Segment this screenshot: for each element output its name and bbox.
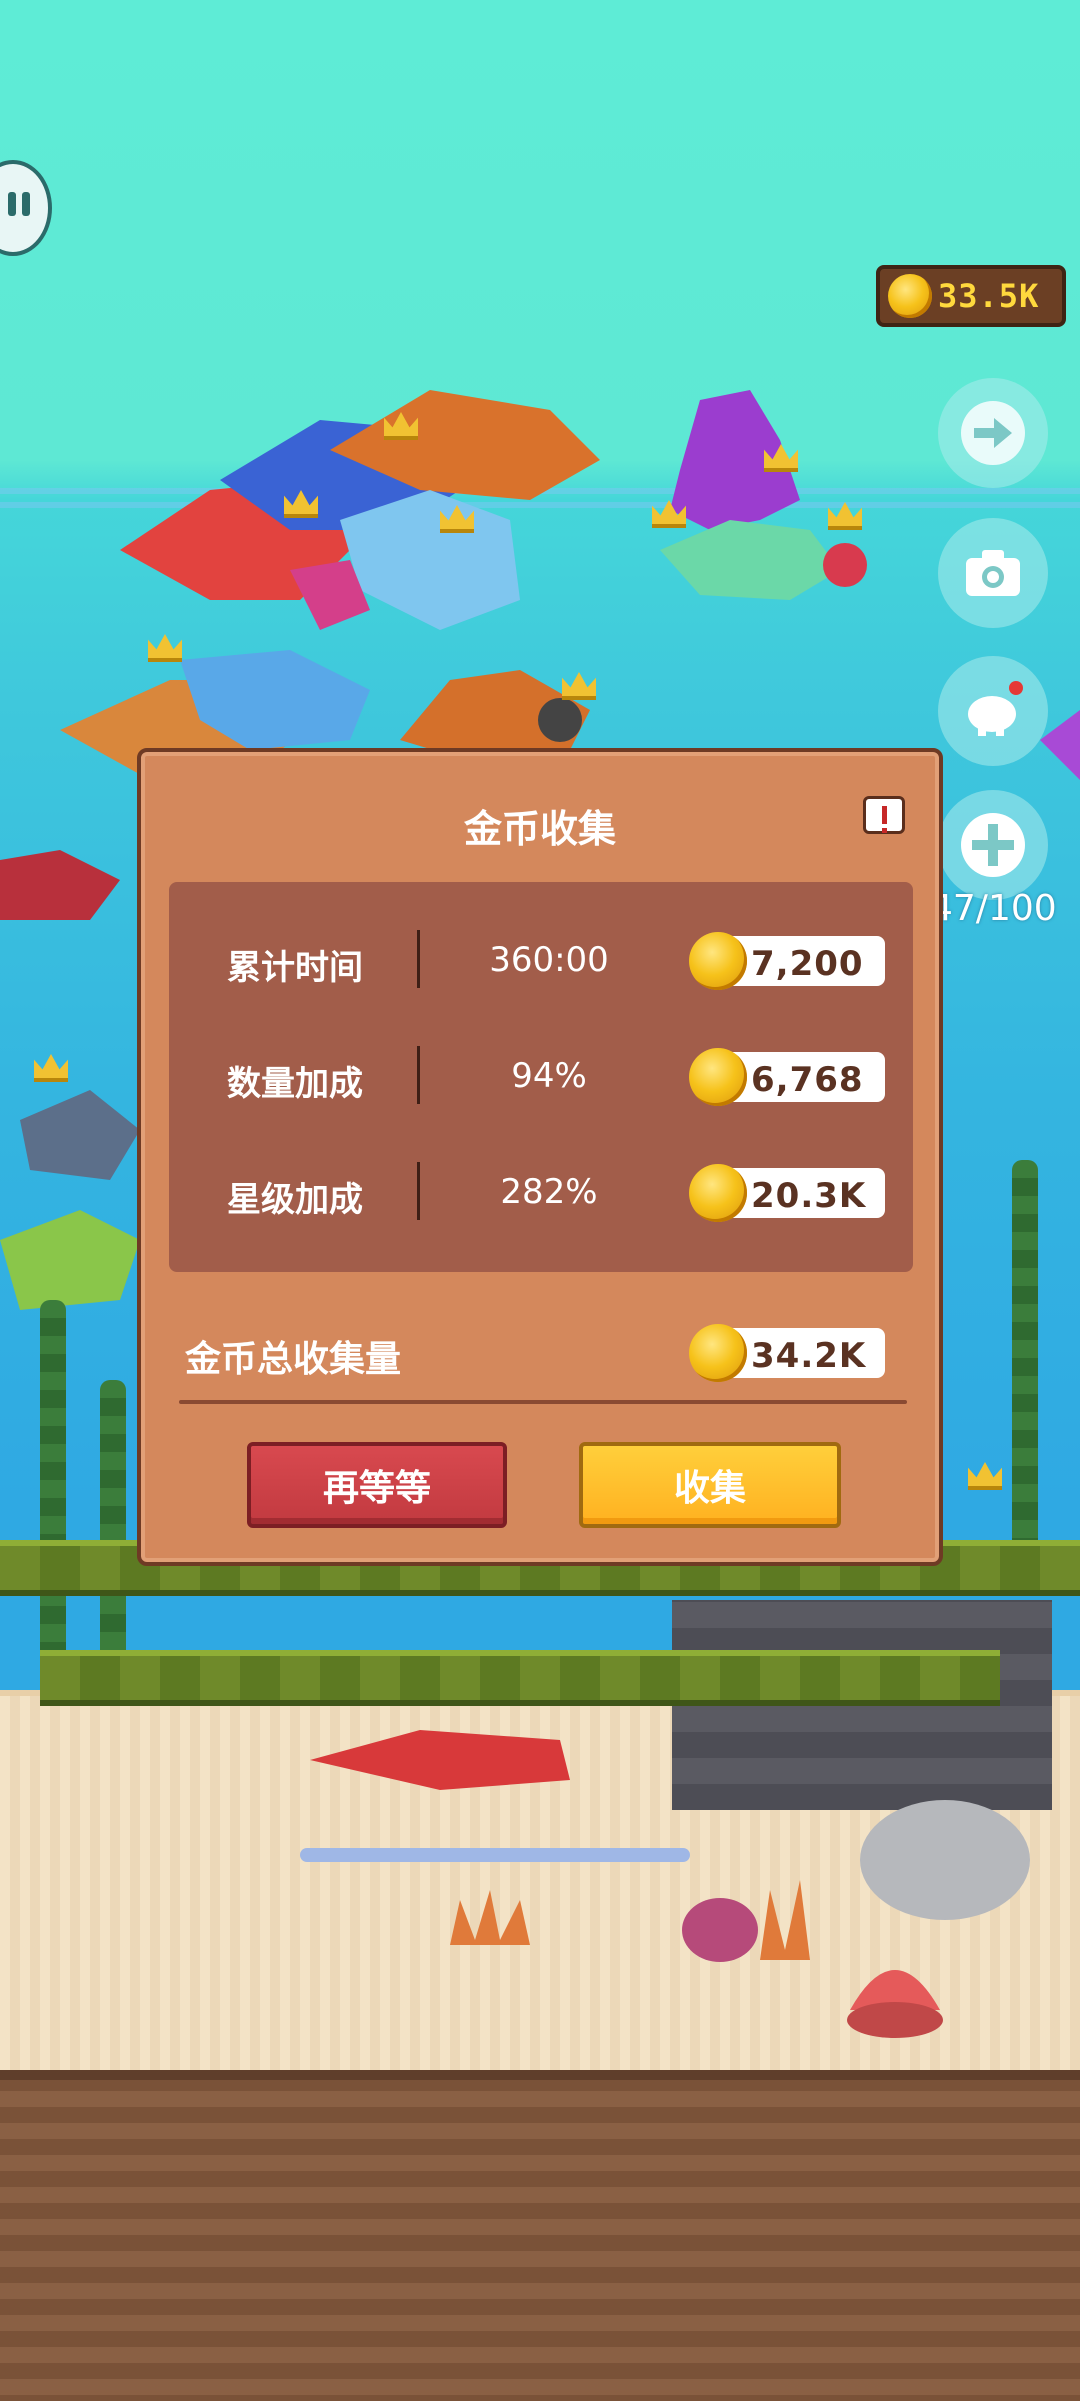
coral-pink: [682, 1880, 810, 1962]
arrow-right-icon: [961, 401, 1025, 465]
divider: [417, 1162, 420, 1220]
coin-balance-value: 33.5K: [938, 277, 1040, 315]
clam-shell: [847, 1970, 943, 2038]
fish-capacity-counter: 47/100: [930, 888, 1057, 929]
piggy-bank-icon: [968, 681, 1023, 736]
add-fish-button[interactable]: [938, 790, 1048, 900]
coin-icon: [888, 274, 932, 318]
crown-icon: [34, 1054, 68, 1082]
collect-button[interactable]: 收集: [579, 1442, 841, 1528]
stat-label: 数量加成: [227, 1064, 363, 1104]
fish-school-top-left: [120, 390, 600, 630]
coin-amount: 20.3K: [751, 1176, 867, 1216]
coin-collect-dialog: 金币收集 累计时间 360:00 7,200 数量加成 94% 6,768 星级…: [137, 748, 943, 1566]
divider: [179, 1400, 907, 1404]
stat-value: 94%: [511, 1056, 587, 1096]
crown-icon: [968, 1462, 1002, 1490]
coin-amount: 6,768: [751, 1060, 864, 1100]
stat-row-quantity-bonus: 数量加成 94% 6,768: [169, 1036, 913, 1116]
dialog-title: 金币收集: [463, 807, 616, 851]
coin-amount-pill: 20.3K: [689, 1164, 885, 1222]
seaweed: [1012, 1160, 1038, 1580]
seaweed: [100, 1380, 126, 1680]
stat-row-time: 累计时间 360:00 7,200: [169, 920, 913, 1000]
total-coin-pill: 34.2K: [689, 1324, 885, 1382]
fish-oarfish: [300, 1848, 690, 1862]
stat-label: 星级加成: [227, 1180, 363, 1220]
stat-value: 360:00: [489, 940, 609, 980]
piggy-bank-button[interactable]: [938, 656, 1048, 766]
sunken-log: [40, 1650, 1000, 1706]
fish-red-long: [310, 1730, 570, 1790]
coral-orange: [450, 1890, 530, 1945]
stat-value: 282%: [500, 1172, 598, 1212]
stat-label: 累计时间: [227, 948, 363, 988]
camera-button[interactable]: [938, 518, 1048, 628]
next-tank-button[interactable]: [938, 378, 1048, 488]
rock: [860, 1800, 1030, 1920]
coin-icon: [689, 1164, 747, 1222]
fish-purple-octopus: [660, 390, 867, 600]
total-label: 金币总收集量: [185, 1339, 402, 1380]
divider: [417, 930, 420, 988]
coin-icon: [689, 932, 747, 990]
fish-left-partial: [0, 850, 120, 920]
stat-row-star-bonus: 星级加成 282% 20.3K: [169, 1152, 913, 1232]
stats-panel: 累计时间 360:00 7,200 数量加成 94% 6,768 星级加成 28…: [169, 882, 913, 1272]
total-row: 金币总收集量 34.2K: [141, 1312, 941, 1392]
fish-left-stack: [0, 1090, 140, 1310]
coin-icon: [689, 1324, 747, 1382]
coin-amount-pill: 7,200: [689, 932, 885, 990]
wait-button[interactable]: 再等等: [247, 1442, 507, 1528]
coin-amount-pill: 6,768: [689, 1048, 885, 1106]
fish-orange: [400, 670, 590, 755]
coin-amount: 7,200: [751, 944, 864, 984]
coin-icon: [689, 1048, 747, 1106]
dirt-ground: [0, 2070, 1080, 2401]
camera-icon: [966, 550, 1020, 596]
info-alert-icon[interactable]: [863, 796, 905, 834]
divider: [417, 1046, 420, 1104]
total-coin-amount: 34.2K: [751, 1336, 867, 1376]
plus-icon: [961, 813, 1025, 877]
coin-balance: 33.5K: [876, 265, 1066, 327]
